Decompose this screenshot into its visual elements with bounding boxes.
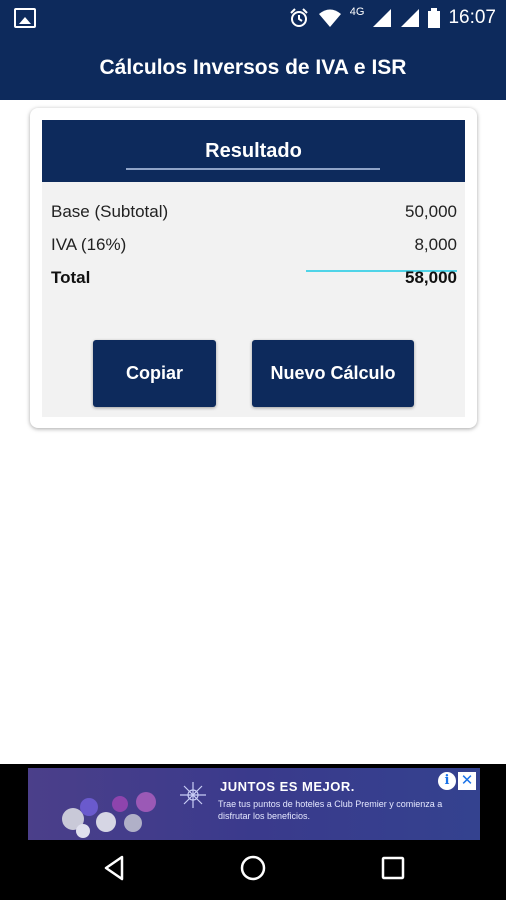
sparkle-icon [180,782,206,808]
result-card: Resultado Base (Subtotal) 50,000 IVA (16… [30,108,477,428]
home-button[interactable] [233,848,273,888]
recents-icon [381,856,405,880]
alarm-icon [290,8,308,27]
result-title: Resultado [205,140,302,162]
signal-icon-2 [401,9,420,27]
iva-label: IVA (16%) [51,235,127,254]
signal-icon [373,9,392,27]
wifi-icon [318,9,341,27]
result-header: Resultado [42,120,465,182]
result-title-underline [126,168,380,170]
ad-image [58,774,168,840]
clock: 16:07 [448,7,496,28]
subtotal-label: Base (Subtotal) [51,202,169,221]
total-label: Total [51,268,91,287]
network-type: 4G [349,6,365,18]
app-bar: Cálculos Inversos de IVA e ISR [0,36,506,100]
iva-value: 8,000 [414,235,457,254]
status-bar: 4G 16:07 [0,0,506,36]
recents-button[interactable] [373,848,413,888]
ad-info-icon[interactable]: i [438,772,456,790]
total-value: 58,000 [405,268,457,287]
subtotal-value: 50,000 [405,202,457,221]
ad-banner[interactable]: JUNTOS ES MEJOR. Trae tus puntos de hote… [28,768,480,840]
app-title: Cálculos Inversos de IVA e ISR [99,56,407,79]
gallery-icon [14,8,36,28]
ad-body: Trae tus puntos de hoteles a Club Premie… [218,799,443,821]
home-icon [240,855,266,881]
ad-close-icon[interactable]: ✕ [458,772,476,790]
battery-icon [428,8,441,28]
back-button[interactable] [94,848,134,888]
copy-button[interactable]: Copiar [93,340,216,407]
new-calculation-button[interactable]: Nuevo Cálculo [252,340,414,407]
back-icon [104,855,124,881]
result-panel: Resultado Base (Subtotal) 50,000 IVA (16… [42,120,465,417]
ad-headline: JUNTOS ES MEJOR. [220,779,355,794]
